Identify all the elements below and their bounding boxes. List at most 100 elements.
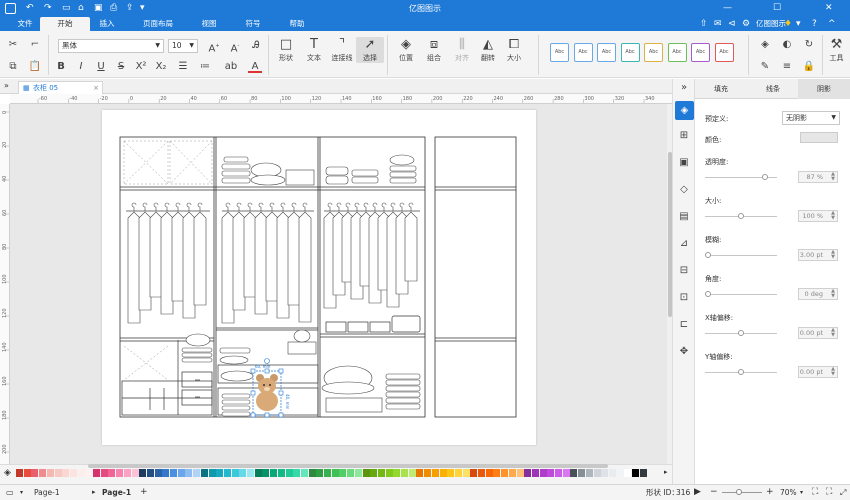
color-swatch[interactable] bbox=[146, 469, 154, 477]
color-swatch[interactable] bbox=[54, 469, 62, 477]
spinner-icon[interactable]: ▲ ▼ bbox=[831, 289, 835, 299]
spinner-icon[interactable]: ▲ ▼ bbox=[831, 250, 835, 260]
color-swatch[interactable] bbox=[324, 469, 331, 477]
spinner-icon[interactable]: ▲ ▼ bbox=[831, 328, 835, 338]
prop-slider[interactable] bbox=[705, 252, 777, 258]
color-swatch[interactable] bbox=[478, 469, 485, 477]
fullscreen-icon[interactable]: ⤢ bbox=[840, 485, 846, 500]
lock-icon[interactable]: 🔒 bbox=[802, 61, 816, 73]
style-preset-7[interactable]: Abc bbox=[691, 43, 710, 62]
prop-slider[interactable] bbox=[705, 291, 777, 297]
menu-page-layout[interactable]: 页面布局 bbox=[133, 17, 183, 31]
color-swatch[interactable] bbox=[277, 469, 285, 477]
style-preset-8[interactable]: Abc bbox=[714, 43, 734, 62]
document-tab[interactable]: ▦ 衣柜 05 × bbox=[18, 81, 103, 94]
color-swatch[interactable] bbox=[555, 469, 562, 477]
style-preset-6[interactable]: Abc bbox=[667, 43, 687, 62]
color-swatch[interactable] bbox=[239, 469, 247, 477]
drawing-page[interactable]: 60, mm 40, mm bbox=[102, 110, 536, 445]
page-tab-active[interactable]: Page-1 bbox=[102, 485, 131, 500]
slider-knob[interactable] bbox=[738, 330, 744, 336]
superscript-icon[interactable]: X² bbox=[134, 61, 148, 73]
menu-symbols[interactable]: 符号 bbox=[228, 17, 278, 31]
flip-button[interactable]: ◭ 翻转 bbox=[474, 37, 502, 63]
add-page-icon[interactable]: + bbox=[140, 485, 148, 500]
text-button[interactable]: T 文本 bbox=[300, 37, 328, 63]
wardrobe-drawing[interactable]: 60, mm 40, mm bbox=[102, 110, 536, 445]
font-color-icon[interactable]: A bbox=[248, 61, 262, 73]
spinner-icon[interactable]: ▲ ▼ bbox=[831, 367, 835, 377]
layout-panel-icon[interactable]: ⊏ bbox=[677, 318, 691, 332]
zoom-slider[interactable] bbox=[722, 489, 762, 495]
tab-line[interactable]: 线条 bbox=[747, 79, 799, 99]
color-swatch[interactable] bbox=[531, 469, 539, 477]
color-swatch[interactable] bbox=[16, 469, 23, 477]
color-swatch[interactable] bbox=[331, 469, 339, 477]
color-swatch[interactable] bbox=[370, 469, 378, 477]
color-swatch[interactable] bbox=[601, 469, 609, 477]
color-swatch[interactable] bbox=[401, 469, 408, 477]
preset-select[interactable]: 无阴影 ▼ bbox=[782, 111, 840, 125]
fit-width-icon[interactable]: ⛶ bbox=[826, 485, 832, 500]
copy-icon[interactable]: ⧉ bbox=[6, 61, 20, 73]
color-swatch[interactable] bbox=[85, 469, 93, 477]
chart-panel-icon[interactable]: ⊿ bbox=[677, 237, 691, 251]
page-panel-icon[interactable]: ▤ bbox=[677, 210, 691, 224]
fill-color-icon[interactable]: ◈ bbox=[4, 468, 11, 478]
connector-button[interactable]: ⌝ 连接线 bbox=[328, 37, 356, 63]
color-swatch[interactable] bbox=[339, 469, 347, 477]
color-swatch[interactable] bbox=[69, 469, 77, 477]
subscript-icon[interactable]: X₂ bbox=[154, 61, 168, 73]
line-style-icon[interactable]: ≡ bbox=[780, 61, 794, 73]
fill-panel-icon[interactable]: ◈ bbox=[675, 101, 694, 120]
color-swatch[interactable] bbox=[616, 469, 624, 477]
line-spacing-icon[interactable]: ☰ bbox=[176, 61, 190, 73]
shape-button[interactable]: □ 形状 bbox=[272, 37, 300, 63]
spinner-icon[interactable]: ▲ ▼ bbox=[831, 211, 835, 221]
prop-value-input[interactable]: 100 % ▲ ▼ bbox=[798, 210, 838, 222]
page-dropdown-icon[interactable]: ▾ bbox=[20, 485, 23, 500]
color-swatch[interactable] bbox=[431, 469, 439, 477]
message-icon[interactable]: ✉ bbox=[714, 17, 722, 31]
minimize-icon[interactable]: — bbox=[723, 3, 732, 14]
teddy-bear[interactable] bbox=[256, 374, 278, 411]
select-button[interactable]: ➚ 选择 bbox=[356, 37, 384, 63]
grid-panel-icon[interactable]: ⊞ bbox=[677, 129, 691, 143]
maximize-icon[interactable]: ☐ bbox=[773, 3, 781, 14]
zoom-dropdown-icon[interactable]: ▾ bbox=[800, 485, 803, 500]
color-swatch[interactable] bbox=[162, 469, 170, 477]
color-swatch[interactable] bbox=[316, 469, 324, 477]
share-icon[interactable]: ⊲ bbox=[728, 17, 736, 31]
color-swatch[interactable] bbox=[270, 469, 278, 477]
style-preset-3[interactable]: Abc bbox=[597, 43, 616, 62]
color-swatch[interactable] bbox=[131, 469, 139, 477]
color-swatch[interactable] bbox=[139, 469, 147, 477]
style-preset-5[interactable]: Abc bbox=[644, 43, 663, 62]
color-swatch[interactable] bbox=[362, 469, 370, 477]
color-swatch[interactable] bbox=[524, 469, 532, 477]
expand-left-icon[interactable]: » bbox=[4, 81, 9, 90]
prop-value-input[interactable]: 3.00 pt ▲ ▼ bbox=[798, 249, 838, 261]
color-swatch[interactable] bbox=[578, 469, 586, 477]
slider-knob[interactable] bbox=[762, 174, 769, 180]
collapse-panel-icon[interactable]: » bbox=[677, 81, 691, 95]
color-swatch[interactable] bbox=[354, 469, 362, 477]
color-swatch[interactable] bbox=[293, 469, 301, 477]
expand-panel-icon[interactable]: ✥ bbox=[677, 345, 691, 359]
style-preset-1[interactable]: Abc bbox=[550, 43, 569, 62]
color-swatch[interactable] bbox=[624, 469, 632, 477]
shadow-icon[interactable]: ◐ bbox=[780, 39, 794, 51]
color-swatch[interactable] bbox=[639, 469, 647, 477]
prop-value-input[interactable]: 0 deg ▲ ▼ bbox=[798, 288, 838, 300]
help-icon[interactable]: ? bbox=[812, 17, 817, 31]
color-swatch[interactable] bbox=[393, 469, 401, 477]
hyperlink-panel-icon[interactable]: ⊡ bbox=[677, 291, 691, 305]
slider-knob[interactable] bbox=[738, 213, 744, 219]
line-color-icon[interactable]: ✎ bbox=[758, 61, 772, 73]
color-swatch[interactable] bbox=[439, 469, 447, 477]
slider-knob[interactable] bbox=[738, 369, 744, 375]
bold-icon[interactable]: B bbox=[54, 61, 68, 73]
color-swatch[interactable] bbox=[62, 469, 70, 477]
color-swatch[interactable] bbox=[416, 469, 424, 477]
page-tab-dropdown-icon[interactable]: ▸ bbox=[92, 485, 96, 500]
